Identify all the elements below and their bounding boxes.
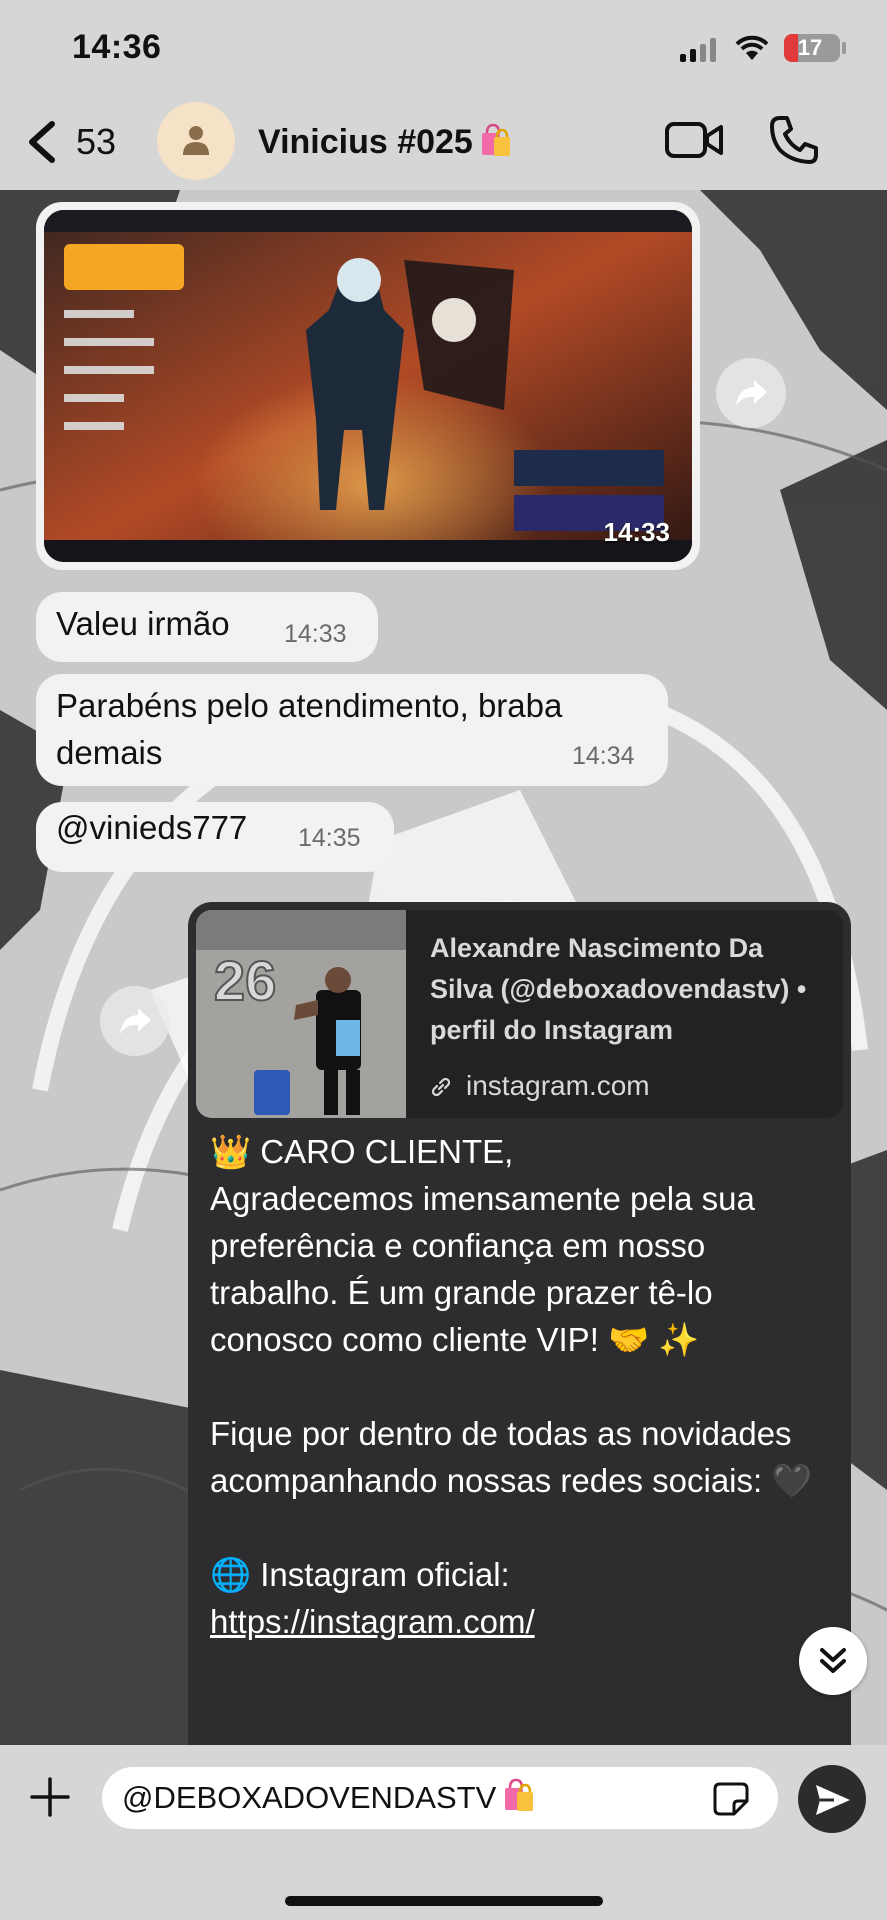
battery-nub [842,42,846,54]
forward-icon [120,1008,151,1034]
message-text: @vinieds777 [56,809,248,846]
message-body-text: 👑 CARO CLIENTE, Agradecemos imensamente … [210,1133,813,1593]
battery-level: 17 [797,35,823,60]
top-bar: 14:36 17 53 Vinicius #025 [0,0,887,190]
scroll-to-bottom-button[interactable] [799,1627,867,1695]
send-button[interactable] [798,1765,866,1833]
message-bubble[interactable]: Parabéns pelo atendimento, braba demais … [36,674,668,786]
shopping-bags-icon [481,122,511,156]
link-title: Alexandre Nascimento Da Silva (@deboxado… [430,933,807,1045]
unread-count[interactable]: 53 [76,118,116,166]
message-input[interactable]: @DEBOXADOVENDASTV [102,1767,778,1829]
cellular-signal-icon [680,38,718,62]
status-time: 14:36 [72,28,162,66]
person-icon [183,126,209,155]
message-input-text: @DEBOXADOVENDASTV [122,1780,497,1815]
game-screenshot[interactable]: 14:33 [44,210,692,562]
instagram-link[interactable]: https://instagram.com/ [210,1603,535,1640]
message-timestamp: 14:35 [298,824,361,852]
back-chevron-icon[interactable] [24,118,60,166]
contact-name-text: Vinicius #025 [258,123,473,161]
video-call-icon[interactable] [664,118,724,162]
avatar[interactable] [157,102,235,180]
link-domain: instagram.com [466,1070,650,1101]
link-icon [431,1077,451,1097]
forward-icon [736,380,767,406]
chat-area[interactable]: 14:33 Valeu irmão 14:33 Parabéns pelo at… [0,190,887,1745]
forward-button[interactable] [100,986,170,1056]
double-chevron-down-icon [820,1648,846,1673]
message-text: Valeu irmão [56,605,230,642]
home-indicator [285,1896,603,1906]
outgoing-message[interactable]: 26 Alexandre Nascimento Da Silva (@debox… [188,902,851,1745]
battery-icon: 17 [784,34,840,62]
forward-button[interactable] [716,358,786,428]
plus-icon[interactable] [28,1775,72,1819]
message-input-value[interactable]: @DEBOXADOVENDASTV [122,1767,534,1829]
message-body: 👑 CARO CLIENTE, Agradecemos imensamente … [210,1128,835,1645]
message-bubble[interactable]: @vinieds777 14:35 [36,802,394,872]
sticker-icon[interactable] [712,1781,750,1817]
wifi-icon [735,35,769,60]
message-timestamp: 14:34 [572,742,635,770]
image-message[interactable]: 14:33 [36,202,700,570]
shopping-bags-icon [504,1771,534,1811]
link-thumbnail: 26 [196,910,406,1118]
phone-call-icon[interactable] [768,114,820,166]
contact-name[interactable]: Vinicius #025 [258,118,511,166]
message-timestamp: 14:33 [284,620,347,648]
message-bubble[interactable]: Valeu irmão 14:33 [36,592,378,662]
message-composer: @DEBOXADOVENDASTV [0,1745,887,1920]
link-preview[interactable]: 26 Alexandre Nascimento Da Silva (@debox… [196,910,843,1118]
send-icon [816,1785,850,1815]
svg-text:26: 26 [214,949,276,1012]
image-timestamp: 14:33 [603,517,671,547]
